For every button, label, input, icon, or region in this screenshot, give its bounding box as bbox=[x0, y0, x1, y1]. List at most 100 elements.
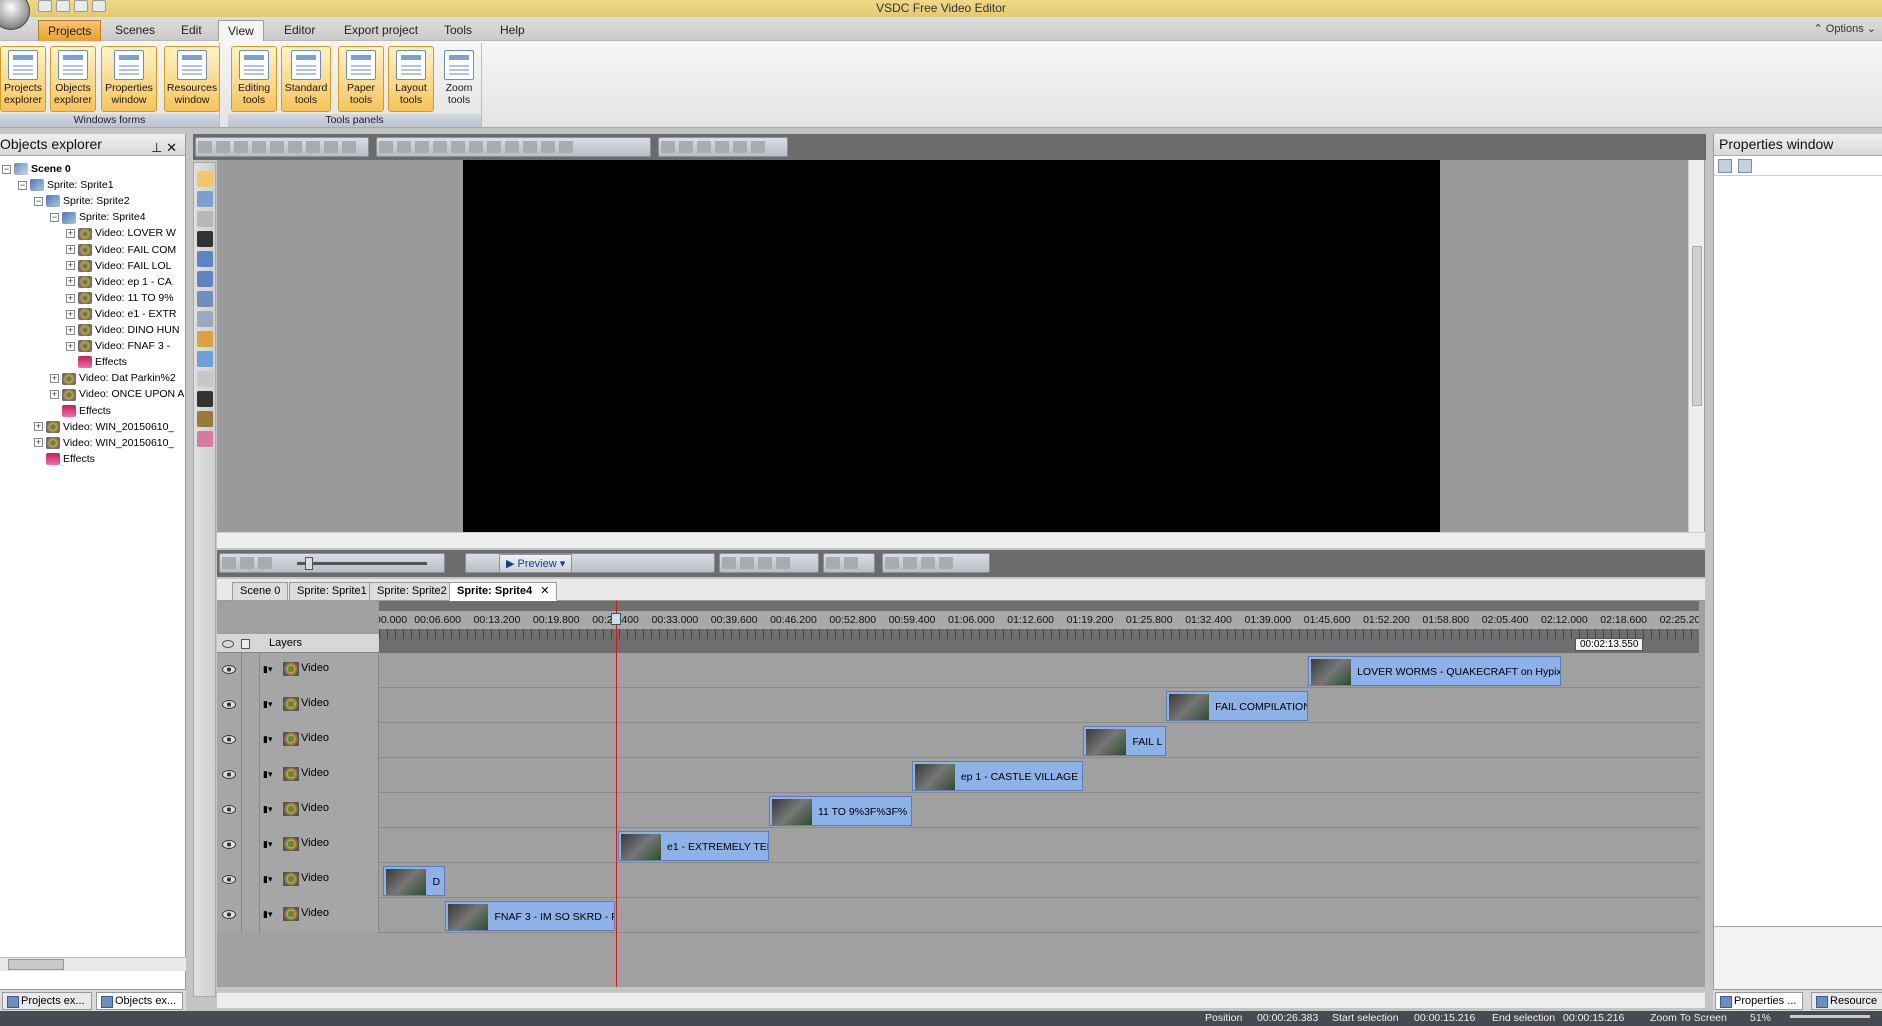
ellipse-tool-icon[interactable] bbox=[197, 271, 213, 287]
video-preview[interactable] bbox=[463, 160, 1440, 532]
track-header[interactable]: ▮▾ Video bbox=[217, 688, 379, 723]
preview-button[interactable]: ▶ Preview ▾ bbox=[499, 554, 573, 573]
expand-toggle-icon[interactable]: + bbox=[50, 374, 59, 384]
tab-scenes[interactable]: Scenes bbox=[106, 20, 164, 41]
settings-icon[interactable] bbox=[74, 0, 88, 12]
resources-window-button[interactable]: Resources window bbox=[164, 46, 220, 112]
zoom-label[interactable]: Zoom To Screen bbox=[1650, 1011, 1727, 1026]
tab-sprite4[interactable]: Sprite: Sprite4 ✕ bbox=[449, 582, 558, 601]
zoom-slider-knob[interactable] bbox=[305, 557, 313, 570]
projects-explorer-button[interactable]: Projects explorer bbox=[0, 46, 46, 112]
tree-node[interactable]: Effects bbox=[66, 355, 127, 370]
objects-explorer-button[interactable]: Objects explorer bbox=[50, 46, 96, 112]
visibility-eye-icon[interactable] bbox=[222, 840, 236, 849]
layout-toolbar-group[interactable] bbox=[376, 137, 651, 157]
expand-toggle-icon[interactable]: − bbox=[2, 164, 11, 174]
tree-node[interactable]: + Video: WIN_20150610_ bbox=[34, 420, 174, 435]
zoom-slider[interactable] bbox=[1790, 1015, 1870, 1018]
tab-editor[interactable]: Editor bbox=[275, 20, 324, 41]
track-menu-icon[interactable]: ▮▾ bbox=[263, 909, 272, 920]
track-menu-icon[interactable]: ▮▾ bbox=[263, 839, 272, 850]
tree-node[interactable]: + Video: 11 TO 9% bbox=[66, 291, 174, 306]
visibility-eye-icon[interactable] bbox=[222, 875, 236, 884]
track-menu-icon[interactable]: ▮▾ bbox=[263, 874, 272, 885]
text-tool-icon[interactable] bbox=[197, 291, 213, 307]
scroll-thumb[interactable] bbox=[8, 959, 64, 970]
layout-tools-button[interactable]: Layout tools bbox=[388, 46, 434, 112]
edit-toolbar-group[interactable] bbox=[195, 137, 369, 157]
expand-toggle-icon[interactable]: + bbox=[66, 261, 75, 271]
tree-node[interactable]: + Video: FNAF 3 - bbox=[66, 339, 170, 354]
timeline-track[interactable]: ▮▾ Video FNAF 3 - IM SO SKRD - F bbox=[217, 898, 1699, 933]
tab-sprite1[interactable]: Sprite: Sprite1 bbox=[289, 582, 375, 601]
expand-toggle-icon[interactable]: + bbox=[66, 277, 75, 287]
visibility-eye-icon[interactable] bbox=[222, 770, 236, 779]
mask-tool-icon[interactable] bbox=[197, 371, 213, 387]
tree-node[interactable]: + Video: e1 - EXTR bbox=[66, 307, 177, 322]
visibility-eye-icon[interactable] bbox=[222, 735, 236, 744]
track-header[interactable]: ▮▾ Video bbox=[217, 723, 379, 758]
tab-help[interactable]: Help bbox=[491, 20, 534, 41]
expand-toggle-icon[interactable]: − bbox=[34, 196, 43, 206]
timeline-track[interactable]: ▮▾ Video ep 1 - CASTLE VILLAGE - bbox=[217, 758, 1699, 793]
tree-node[interactable]: + Video: FAIL COM bbox=[66, 243, 176, 258]
crop-tool-icon[interactable] bbox=[197, 191, 213, 207]
visibility-eye-icon[interactable] bbox=[222, 805, 236, 814]
track-menu-icon[interactable]: ▮▾ bbox=[263, 699, 272, 710]
video-clip[interactable]: FAIL L bbox=[1083, 726, 1167, 756]
tree-node[interactable]: Effects bbox=[50, 404, 111, 419]
video-clip[interactable]: 11 TO 9%3F%3F% bbox=[768, 796, 912, 826]
properties-window-button[interactable]: Properties window bbox=[101, 46, 157, 112]
pin-close-icon[interactable]: ⊥ ✕ bbox=[151, 137, 177, 158]
track-menu-icon[interactable]: ▮▾ bbox=[263, 804, 272, 815]
tab-tools[interactable]: Tools bbox=[435, 20, 481, 41]
chart-tool-icon[interactable] bbox=[197, 431, 213, 447]
track-header[interactable]: ▮▾ Video bbox=[217, 863, 379, 898]
find-icon[interactable] bbox=[92, 0, 106, 12]
rectangle-tool-icon[interactable] bbox=[197, 251, 213, 267]
video-tool-icon[interactable] bbox=[197, 411, 213, 427]
timeline-track[interactable]: ▮▾ Video 11 TO 9%3F%3F% bbox=[217, 793, 1699, 828]
canvas-vertical-scrollbar[interactable] bbox=[1688, 160, 1704, 540]
tree-node[interactable]: + Video: WIN_20150610_ bbox=[34, 436, 174, 451]
pointer-tool-icon[interactable] bbox=[197, 171, 213, 187]
standard-tools-button[interactable]: Standard tools bbox=[281, 46, 331, 112]
paper-toolbar-group[interactable] bbox=[658, 137, 788, 157]
tab-edit[interactable]: Edit bbox=[172, 20, 211, 41]
audio-tool-icon[interactable] bbox=[197, 391, 213, 407]
expand-toggle-icon[interactable]: + bbox=[66, 309, 75, 319]
track-menu-icon[interactable]: ▮▾ bbox=[263, 734, 272, 745]
close-tab-icon[interactable]: ✕ bbox=[540, 585, 549, 597]
track-header[interactable]: ▮▾ Video bbox=[217, 828, 379, 863]
expand-toggle-icon[interactable]: + bbox=[66, 229, 75, 239]
tab-view[interactable]: View bbox=[218, 20, 264, 41]
tab-scene-0[interactable]: Scene 0 bbox=[232, 582, 289, 601]
video-clip[interactable]: FAIL COMPILATION bbox=[1166, 691, 1309, 721]
expand-toggle-icon[interactable]: + bbox=[34, 438, 43, 448]
expand-toggle-icon[interactable]: + bbox=[50, 390, 59, 400]
timeline-track[interactable]: ▮▾ Video FAIL COMPILATION bbox=[217, 688, 1699, 723]
tree-node[interactable]: Effects bbox=[34, 452, 95, 467]
video-clip[interactable]: D bbox=[383, 866, 446, 896]
tab-projects-explorer[interactable]: Projects ex... bbox=[2, 992, 92, 1010]
expand-toggle-icon[interactable]: − bbox=[50, 213, 59, 223]
time-ruler[interactable]: 00.00000:06.60000:13.20000:19.80000:26.4… bbox=[379, 611, 1699, 629]
track-menu-icon[interactable]: ▮▾ bbox=[263, 664, 272, 675]
video-clip[interactable]: ep 1 - CASTLE VILLAGE - bbox=[911, 761, 1084, 791]
markers-toolbar-group[interactable] bbox=[882, 553, 990, 573]
track-header[interactable]: ▮▾ Video bbox=[217, 793, 379, 828]
video-clip[interactable]: FNAF 3 - IM SO SKRD - F bbox=[445, 901, 616, 931]
zoom-tools-button[interactable]: Zoom tools bbox=[436, 46, 482, 112]
track-header[interactable]: ▮▾ Video bbox=[217, 758, 379, 793]
tree-node[interactable]: + Video: ONCE UPON A bbox=[50, 387, 184, 402]
expand-toggle-icon[interactable]: + bbox=[66, 325, 75, 335]
expand-toggle-icon[interactable]: − bbox=[18, 180, 27, 190]
new-icon[interactable] bbox=[38, 0, 52, 12]
tab-sprite2[interactable]: Sprite: Sprite2 bbox=[369, 582, 455, 601]
tree-node[interactable]: − Sprite: Sprite1 bbox=[18, 178, 114, 193]
tab-properties[interactable]: Properties ... bbox=[1715, 992, 1804, 1010]
timeline-track[interactable]: ▮▾ Video FAIL L bbox=[217, 723, 1699, 758]
line-tool-icon[interactable] bbox=[197, 231, 213, 247]
lock-icon[interactable] bbox=[241, 639, 250, 649]
editing-tools-button[interactable]: Editing tools bbox=[231, 46, 277, 112]
